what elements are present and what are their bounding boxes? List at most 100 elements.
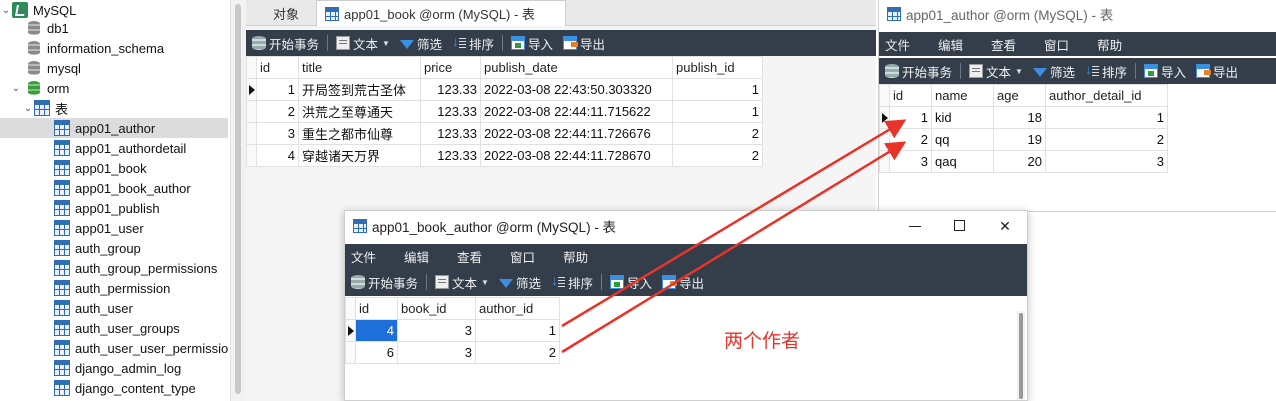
column-header[interactable]: author_detail_id xyxy=(1045,84,1168,107)
grid-scrollbar[interactable] xyxy=(1017,311,1025,400)
table-cell[interactable]: 2022-03-08 22:44:11.726676 xyxy=(480,122,673,145)
filter-button[interactable]: 筛选 xyxy=(399,34,442,53)
tree-item-table[interactable]: app01_author xyxy=(0,118,228,138)
column-header[interactable]: title xyxy=(298,56,421,79)
table-cell[interactable]: 20 xyxy=(993,150,1046,173)
column-header[interactable]: publish_id xyxy=(672,56,763,79)
scrollbar-thumb[interactable] xyxy=(235,4,241,394)
table-cell[interactable]: qaq xyxy=(931,150,994,173)
export-button[interactable]: 导出 xyxy=(563,34,605,53)
table-cell[interactable]: 洪荒之至尊通天 xyxy=(298,100,421,123)
tree-item-table[interactable]: app01_book_author xyxy=(0,178,228,198)
column-header[interactable]: price xyxy=(420,56,481,79)
table-cell[interactable]: 2022-03-08 22:43:50.303320 xyxy=(480,78,673,101)
table-cell[interactable]: kid xyxy=(931,106,994,129)
column-header[interactable]: name xyxy=(931,84,994,107)
text-button[interactable]: 文本 ▼ xyxy=(435,273,489,292)
tree-scrollbar[interactable] xyxy=(230,0,246,401)
table-cell[interactable]: 2 xyxy=(889,128,932,151)
table-cell[interactable]: 3 xyxy=(397,319,476,342)
begin-transaction-button[interactable]: 开始事务 xyxy=(252,34,319,53)
begin-transaction-button[interactable]: 开始事务 xyxy=(885,62,952,81)
text-button[interactable]: 文本 ▼ xyxy=(336,34,390,53)
column-header[interactable]: id xyxy=(889,84,932,107)
chevron-down-icon[interactable]: ⌄ xyxy=(22,103,34,114)
close-button[interactable]: ✕ xyxy=(995,217,1015,235)
table-cell[interactable]: 1 xyxy=(1045,106,1168,129)
menu-window[interactable]: 窗口 xyxy=(1044,35,1069,54)
text-button[interactable]: 文本 ▼ xyxy=(969,62,1023,81)
tree-item-mysql[interactable]: mysql xyxy=(0,58,228,78)
menu-help[interactable]: 帮助 xyxy=(563,247,588,266)
table-cell[interactable]: 2 xyxy=(672,122,763,145)
table-cell[interactable]: 2 xyxy=(475,341,560,364)
table-cell[interactable]: 2 xyxy=(672,144,763,167)
tree-item-connection[interactable]: ⌄ MySQL xyxy=(0,0,228,20)
tree-item-information-schema[interactable]: information_schema xyxy=(0,38,228,58)
table-cell[interactable]: 2 xyxy=(1045,128,1168,151)
table-cell[interactable]: 123.33 xyxy=(420,100,481,123)
table-cell[interactable]: 123.33 xyxy=(420,144,481,167)
tree-item-orm[interactable]: ⌄ orm xyxy=(0,78,228,98)
table-row[interactable]: 1 开局签到荒古圣体 123.33 2022-03-08 22:43:50.30… xyxy=(246,78,763,101)
table-cell[interactable]: 6 xyxy=(355,341,398,364)
tree-item-table[interactable]: auth_group xyxy=(0,238,228,258)
menu-view[interactable]: 查看 xyxy=(991,35,1016,54)
export-button[interactable]: 导出 xyxy=(1196,62,1238,81)
menu-help[interactable]: 帮助 xyxy=(1097,35,1122,54)
column-header[interactable]: author_id xyxy=(475,297,560,320)
export-button[interactable]: 导出 xyxy=(662,273,704,292)
tree-item-db1[interactable]: db1 xyxy=(0,18,228,38)
column-header[interactable]: id xyxy=(256,56,299,79)
table-cell[interactable]: 重生之都市仙尊 xyxy=(298,122,421,145)
tree-item-table[interactable]: auth_user_user_permissio xyxy=(0,338,228,358)
import-button[interactable]: 导入 xyxy=(609,273,652,292)
column-header[interactable]: id xyxy=(355,297,398,320)
table-cell[interactable]: 2022-03-08 22:44:11.728670 xyxy=(480,144,673,167)
tab-app01-book[interactable]: app01_book @orm (MySQL) - 表 xyxy=(316,0,566,26)
table-cell[interactable]: 123.33 xyxy=(420,122,481,145)
table-cell[interactable]: 1 xyxy=(672,78,763,101)
sort-button[interactable]: 排序 xyxy=(551,272,593,292)
table-cell[interactable]: qq xyxy=(931,128,994,151)
window-title-bar[interactable]: app01_author @orm (MySQL) - 表 xyxy=(879,0,1276,28)
table-row[interactable]: 3 重生之都市仙尊 123.33 2022-03-08 22:44:11.726… xyxy=(246,122,763,145)
menu-file[interactable]: 文件 xyxy=(885,35,910,54)
menu-view[interactable]: 查看 xyxy=(457,247,482,266)
filter-button[interactable]: 筛选 xyxy=(1032,62,1075,81)
tree-item-table[interactable]: app01_user xyxy=(0,218,228,238)
table-cell[interactable]: 2022-03-08 22:44:11.715622 xyxy=(480,100,673,123)
table-cell[interactable]: 19 xyxy=(993,128,1046,151)
menu-file[interactable]: 文件 xyxy=(351,247,376,266)
menu-window[interactable]: 窗口 xyxy=(510,247,535,266)
tree-item-tables-folder[interactable]: ⌄ 表 xyxy=(0,98,228,118)
tab-objects[interactable]: 对象 xyxy=(256,0,316,26)
sort-button[interactable]: 排序 xyxy=(1085,61,1127,81)
tree-item-table[interactable]: auth_permission xyxy=(0,278,228,298)
begin-transaction-button[interactable]: 开始事务 xyxy=(351,273,418,292)
chevron-down-icon[interactable]: ⌄ xyxy=(0,5,12,16)
table-cell[interactable]: 18 xyxy=(993,106,1046,129)
table-cell[interactable]: 1 xyxy=(256,78,299,101)
table-cell[interactable]: 3 xyxy=(889,150,932,173)
table-row[interactable]: 3 qaq 20 3 xyxy=(879,150,1168,173)
tree-item-table[interactable]: auth_user_groups xyxy=(0,318,228,338)
sort-button[interactable]: 排序 xyxy=(452,33,494,53)
table-row[interactable]: 1 kid 18 1 xyxy=(879,106,1168,129)
menu-edit[interactable]: 编辑 xyxy=(404,247,429,266)
table-cell[interactable]: 3 xyxy=(397,341,476,364)
table-row[interactable]: 2 洪荒之至尊通天 123.33 2022-03-08 22:44:11.715… xyxy=(246,100,763,123)
table-row[interactable]: 4 穿越诸天万界 123.33 2022-03-08 22:44:11.7286… xyxy=(246,144,763,167)
table-cell[interactable]: 1 xyxy=(889,106,932,129)
table-row[interactable]: 6 3 2 xyxy=(345,341,560,364)
tree-item-table[interactable]: app01_publish xyxy=(0,198,228,218)
import-button[interactable]: 导入 xyxy=(1143,62,1186,81)
table-cell[interactable]: 123.33 xyxy=(420,78,481,101)
tree-item-table[interactable]: app01_authordetail xyxy=(0,138,228,158)
tree-item-table[interactable]: auth_group_permissions xyxy=(0,258,228,278)
chevron-down-icon[interactable]: ⌄ xyxy=(6,83,26,94)
table-cell-selected[interactable]: 4 xyxy=(355,319,398,342)
tree-item-table[interactable]: app01_book xyxy=(0,158,228,178)
table-cell[interactable]: 3 xyxy=(256,122,299,145)
table-cell[interactable]: 4 xyxy=(256,144,299,167)
